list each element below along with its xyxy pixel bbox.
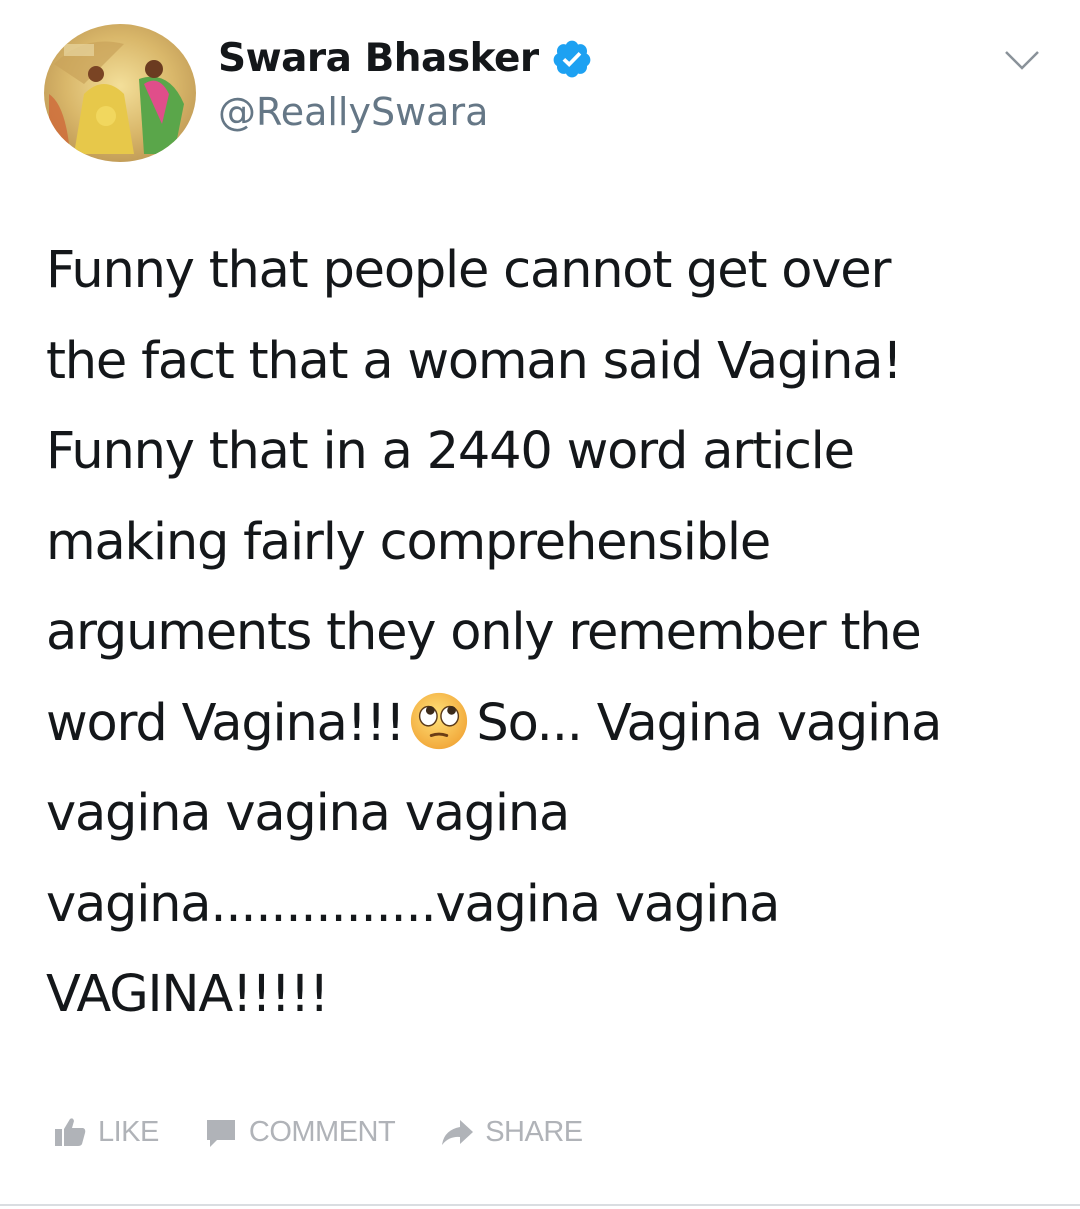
author-name-row: Swara Bhasker (218, 36, 593, 81)
rolling-eyes-emoji-icon (408, 690, 470, 752)
chevron-down-icon[interactable] (1002, 46, 1042, 74)
tweet-text-line-with-emoji: word Vagina!!! So... Vagina vagina (46, 679, 1056, 770)
tweet-text-line: making fairly comprehensible (46, 512, 771, 572)
divider (0, 1204, 1080, 1206)
comment-button[interactable]: COMMENT (203, 1114, 396, 1150)
tweet-text-line: vagina vagina vagina (46, 784, 570, 843)
tweet-text-line: Funny that in a 2440 word article (46, 422, 855, 481)
tweet-text-line: the fact that a woman said Vagina! (46, 331, 903, 391)
share-label: SHARE (485, 1115, 583, 1148)
avatar[interactable] (44, 24, 196, 162)
action-bar: LIKE COMMENT SHARE (52, 1110, 627, 1154)
like-label: LIKE (98, 1115, 159, 1148)
tweet-text-line: Funny that people cannot get over (46, 241, 891, 300)
tweet-text-segment: So... Vagina vagina (476, 693, 942, 753)
comment-bubble-icon (203, 1114, 239, 1150)
post-card: Swara Bhasker @ReallySwara Funny that pe… (0, 0, 1080, 1209)
author-display-name[interactable]: Swara Bhasker (218, 36, 539, 81)
share-arrow-icon (439, 1114, 475, 1150)
tweet-text-segment: word Vagina!!! (46, 693, 406, 753)
verified-badge-icon (551, 38, 593, 80)
thumbs-up-icon (52, 1114, 88, 1150)
comment-label: COMMENT (248, 1115, 396, 1148)
share-button[interactable]: SHARE (439, 1114, 583, 1150)
tweet-text-line: VAGINA!!!!! (46, 965, 329, 1024)
author-handle[interactable]: @ReallySwara (218, 90, 488, 134)
tweet-text-line: vagina...............vagina vagina (46, 874, 780, 934)
tweet-text-line: arguments they only remember the (46, 603, 922, 662)
tweet-text: Funny that people cannot get over the fa… (46, 226, 1056, 1041)
like-button[interactable]: LIKE (52, 1114, 159, 1150)
